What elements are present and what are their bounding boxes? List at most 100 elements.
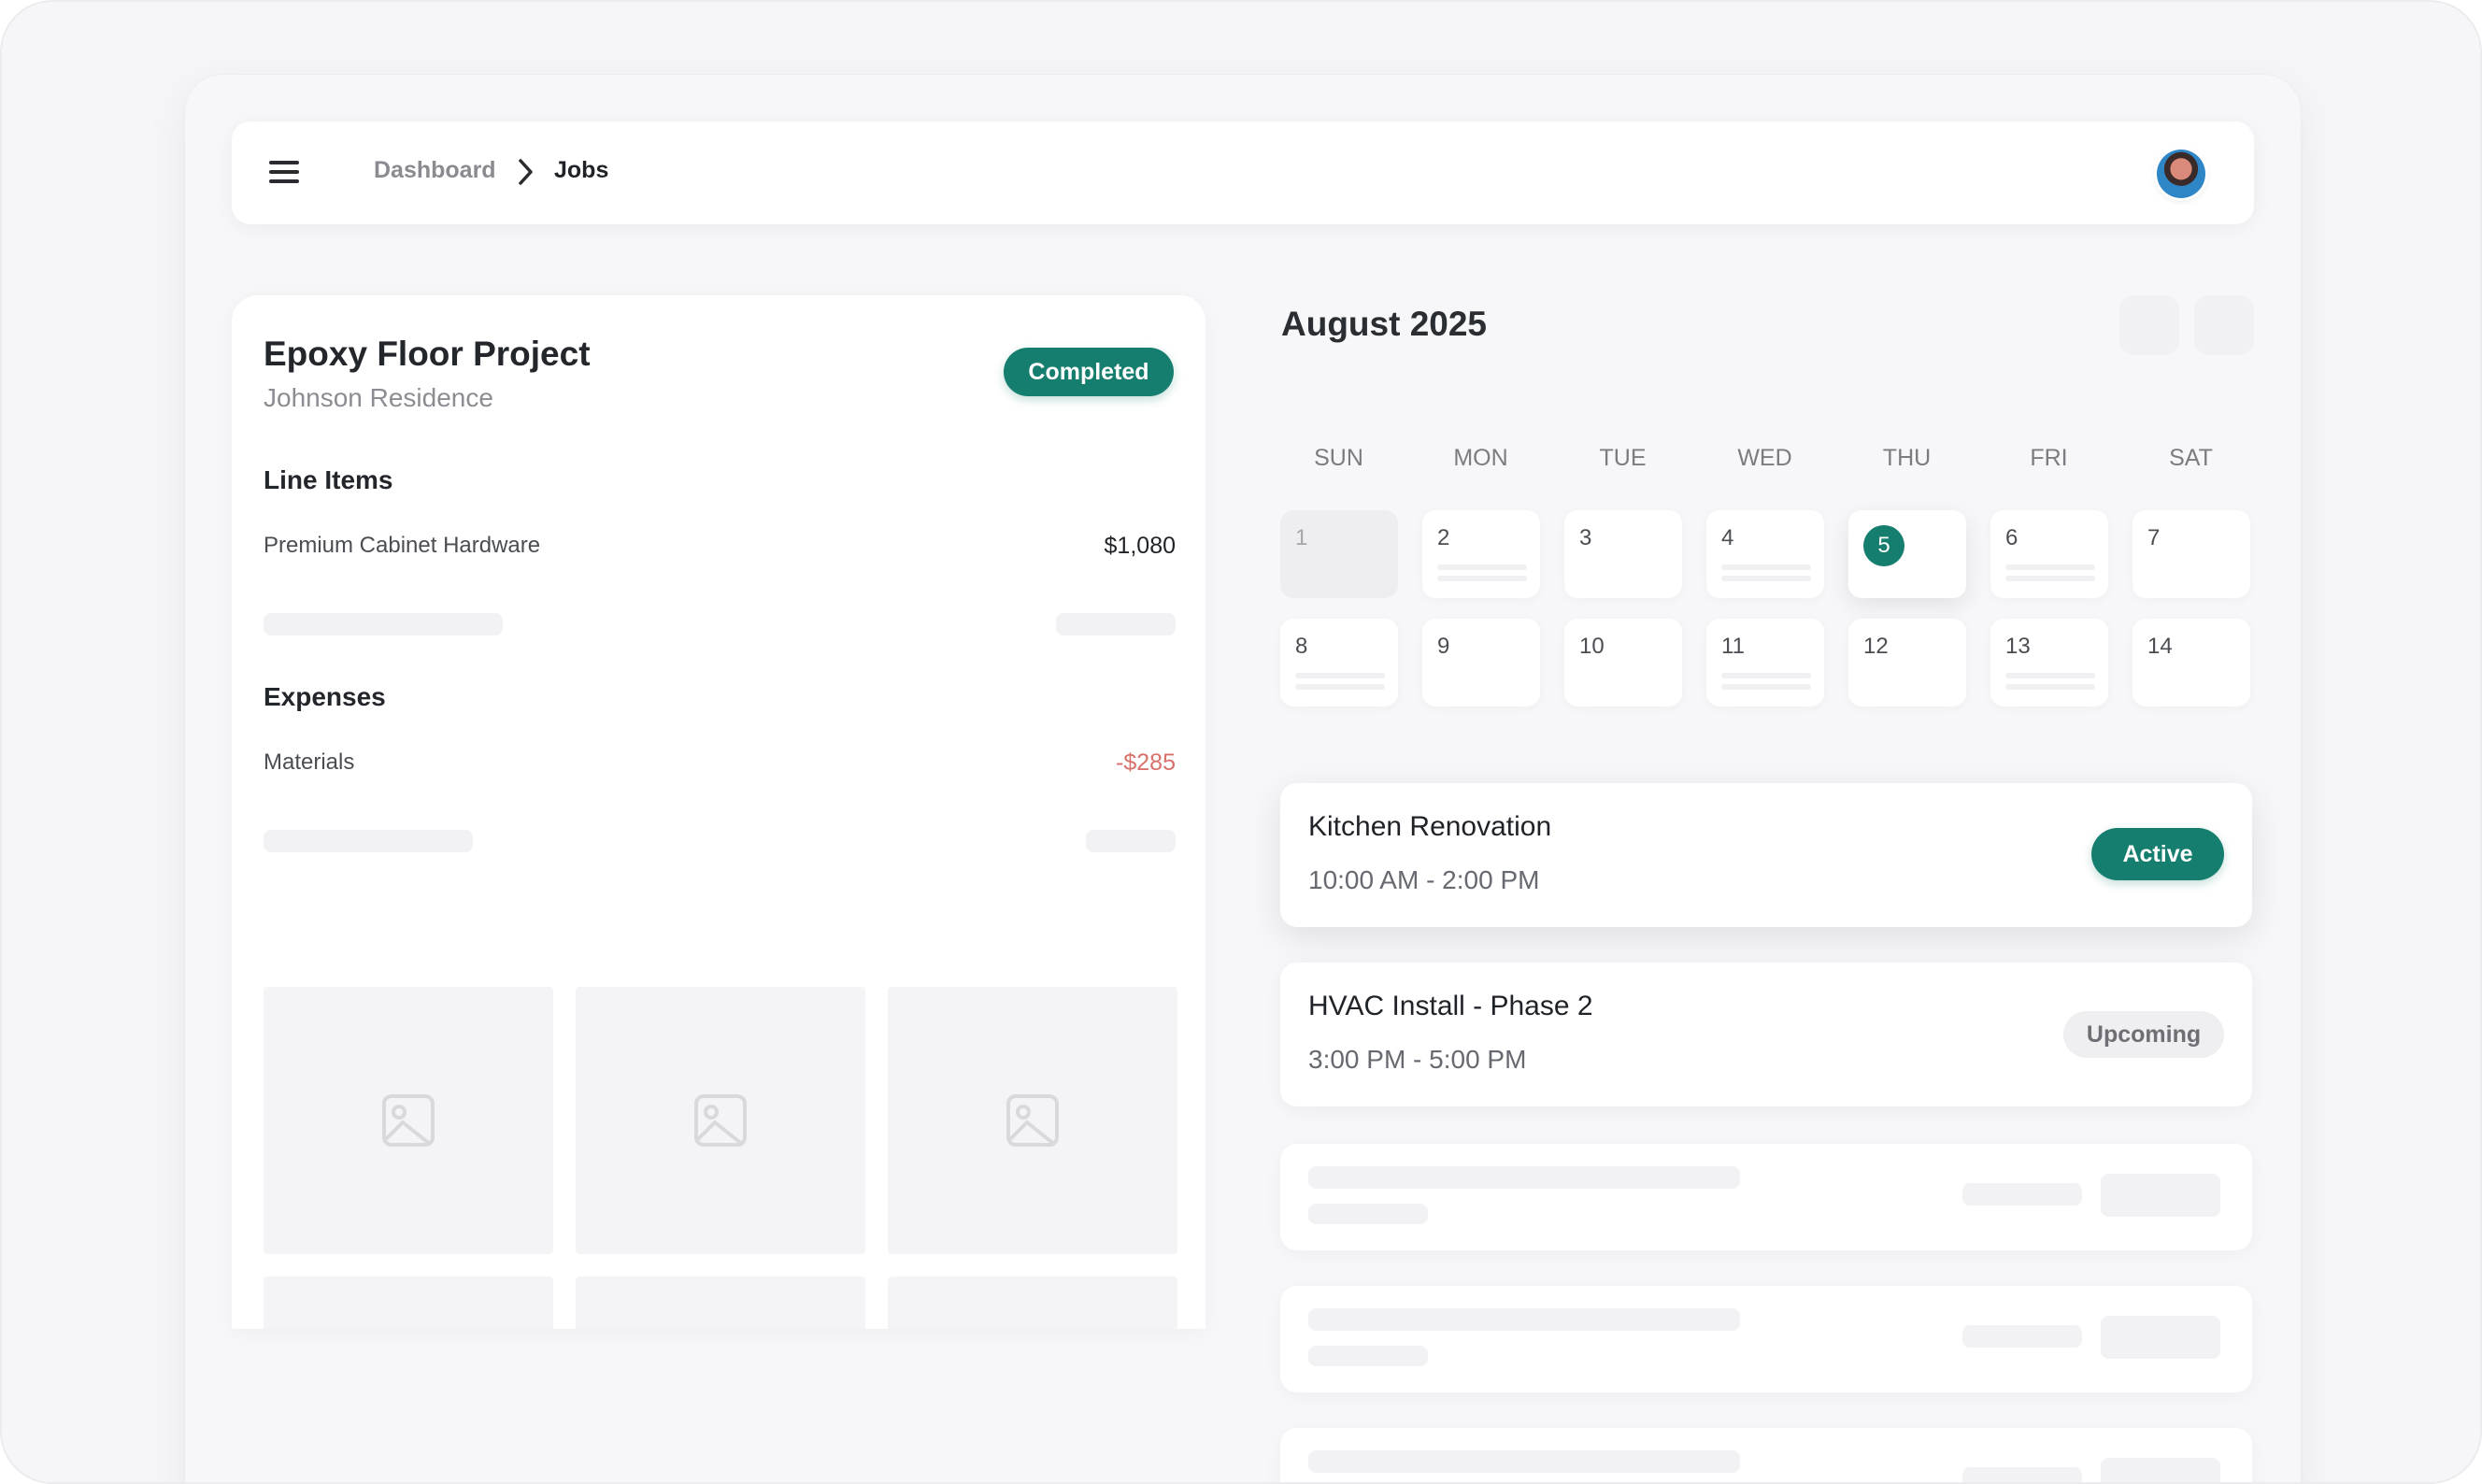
event-card-hvac-install[interactable]: HVAC Install - Phase 2 3:00 PM - 5:00 PM… (1280, 963, 2252, 1106)
image-placeholder-icon (382, 1094, 435, 1147)
event-indicator (1721, 684, 1811, 690)
line-item-amount: $1,080 (1104, 533, 1176, 559)
day-number: 3 (1579, 525, 1592, 550)
skeleton-line (2101, 1316, 2220, 1359)
image-placeholder-icon (694, 1094, 747, 1147)
app-window: Dashboard Jobs Epoxy Floor Project Johns… (185, 75, 2301, 1482)
skeleton-line (1962, 1325, 2082, 1348)
day-number: 6 (2005, 525, 2018, 550)
event-time: 10:00 AM - 2:00 PM (1308, 865, 1540, 894)
weekday-mon: MON (1453, 445, 1508, 471)
photo-thumbnail[interactable] (576, 1277, 865, 1329)
calendar-day-7[interactable]: 7 (2133, 510, 2250, 598)
calendar-prev-button[interactable] (2119, 295, 2179, 355)
skeleton-line (1308, 1450, 1740, 1473)
skeleton-line (1056, 613, 1176, 635)
today-marker: 5 (1863, 525, 1904, 566)
photo-thumbnail[interactable] (576, 987, 865, 1254)
calendar-day-10[interactable]: 10 (1564, 619, 1682, 706)
calendar-next-button[interactable] (2194, 295, 2254, 355)
image-placeholder-icon (1006, 1094, 1059, 1147)
day-number: 12 (1863, 634, 1889, 659)
event-card-skeleton (1280, 1286, 2252, 1392)
project-panel: Epoxy Floor Project Johnson Residence Co… (232, 295, 1205, 1329)
event-indicator (1295, 684, 1385, 690)
skeleton-line (1308, 1308, 1740, 1331)
project-title: Epoxy Floor Project (264, 335, 591, 373)
project-client: Johnson Residence (264, 383, 493, 412)
event-indicator (2005, 564, 2095, 570)
day-number: 2 (1437, 525, 1450, 550)
calendar-day-12[interactable]: 12 (1848, 619, 1966, 706)
calendar-day-9[interactable]: 9 (1422, 619, 1540, 706)
calendar-day-11[interactable]: 11 (1706, 619, 1824, 706)
photo-thumbnail[interactable] (888, 1277, 1177, 1329)
screen-frame: Dashboard Jobs Epoxy Floor Project Johns… (0, 0, 2482, 1484)
skeleton-line (264, 830, 473, 852)
expenses-heading: Expenses (264, 682, 386, 711)
event-indicator (1295, 673, 1385, 678)
calendar-day-5-today[interactable]: 5 (1848, 510, 1966, 598)
status-badge-completed: Completed (1004, 348, 1174, 396)
event-indicator (2005, 684, 2095, 690)
day-number: 1 (1295, 525, 1308, 550)
photo-thumbnail[interactable] (264, 1277, 553, 1329)
calendar-day-6[interactable]: 6 (1990, 510, 2108, 598)
skeleton-line (1308, 1204, 1428, 1224)
skeleton-line (2101, 1174, 2220, 1217)
event-time: 3:00 PM - 5:00 PM (1308, 1045, 1527, 1074)
calendar-day-8[interactable]: 8 (1280, 619, 1398, 706)
event-card-skeleton (1280, 1428, 2252, 1482)
skeleton-line (264, 613, 503, 635)
status-badge-upcoming: Upcoming (2063, 1011, 2224, 1058)
weekday-wed: WED (1737, 445, 1792, 471)
calendar-day-13[interactable]: 13 (1990, 619, 2108, 706)
calendar-day-3[interactable]: 3 (1564, 510, 1682, 598)
expense-label: Materials (264, 749, 355, 775)
skeleton-line (1962, 1183, 2082, 1206)
weekday-tue: TUE (1599, 445, 1647, 471)
day-number: 11 (1721, 634, 1745, 659)
event-indicator (1721, 673, 1811, 678)
event-title: HVAC Install - Phase 2 (1308, 991, 1593, 1021)
weekday-sat: SAT (2169, 445, 2213, 471)
day-number: 10 (1579, 634, 1605, 659)
calendar-day-4[interactable]: 4 (1706, 510, 1824, 598)
weekday-thu: THU (1882, 445, 1932, 471)
day-number: 7 (2147, 525, 2161, 550)
calendar-day-2[interactable]: 2 (1422, 510, 1540, 598)
event-indicator (1721, 576, 1811, 581)
hamburger-menu-icon[interactable] (265, 155, 303, 191)
day-number: 9 (1437, 634, 1450, 659)
top-bar: Dashboard Jobs (232, 121, 2254, 224)
day-number: 13 (2005, 634, 2031, 659)
event-card-skeleton (1280, 1144, 2252, 1250)
line-item-label: Premium Cabinet Hardware (264, 533, 541, 558)
line-items-heading: Line Items (264, 465, 393, 494)
event-card-kitchen-renovation[interactable]: Kitchen Renovation 10:00 AM - 2:00 PM Ac… (1280, 783, 2252, 927)
weekday-fri: FRI (2030, 445, 2068, 471)
breadcrumb-dashboard[interactable]: Dashboard (374, 157, 496, 184)
skeleton-line (1308, 1346, 1428, 1366)
event-indicator (1437, 576, 1527, 581)
photo-thumbnail[interactable] (888, 987, 1177, 1254)
day-number: 4 (1721, 525, 1734, 550)
status-badge-active: Active (2091, 828, 2224, 880)
weekday-sun: SUN (1314, 445, 1363, 471)
day-number: 8 (1295, 634, 1308, 659)
event-title: Kitchen Renovation (1308, 811, 1552, 842)
event-indicator (1437, 564, 1527, 570)
calendar-day-14[interactable]: 14 (2133, 619, 2250, 706)
photo-thumbnail[interactable] (264, 987, 553, 1254)
calendar-month-title: August 2025 (1281, 305, 1488, 343)
calendar-day-1[interactable]: 1 (1280, 510, 1398, 598)
event-indicator (1721, 564, 1811, 570)
skeleton-line (1086, 830, 1176, 852)
user-avatar[interactable] (2157, 150, 2205, 198)
day-number: 14 (2147, 634, 2173, 659)
skeleton-line (1308, 1166, 1740, 1189)
event-indicator (2005, 576, 2095, 581)
event-indicator (2005, 673, 2095, 678)
chevron-right-icon (519, 159, 533, 185)
skeleton-line (2101, 1458, 2220, 1482)
